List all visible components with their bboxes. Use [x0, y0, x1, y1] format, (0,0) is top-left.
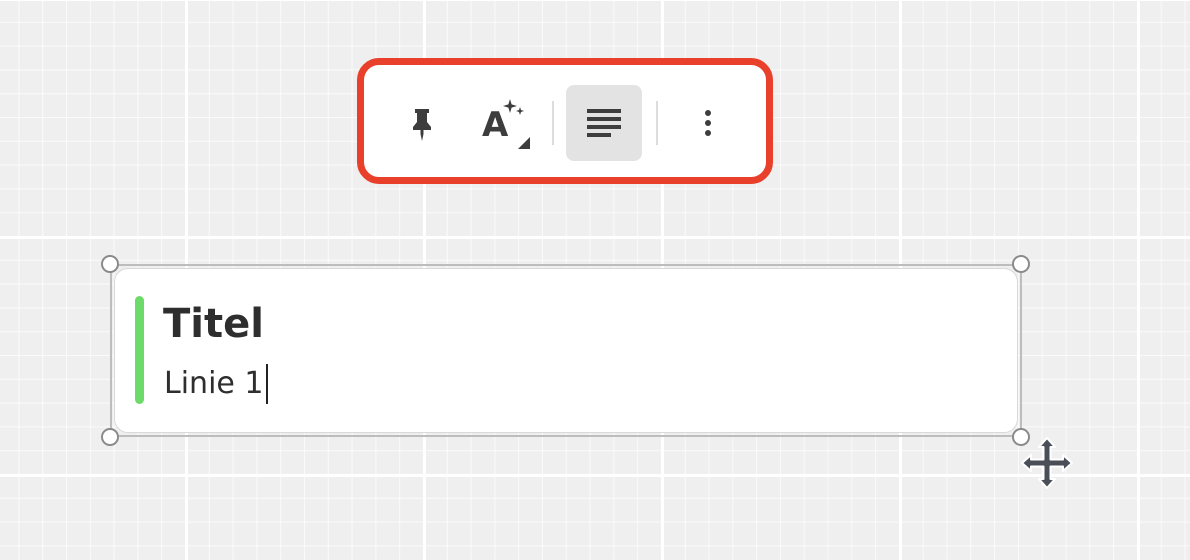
card-text-line[interactable]: Linie 1: [164, 362, 269, 406]
move-cursor-icon: [1021, 437, 1073, 489]
text-card[interactable]: [114, 268, 1018, 433]
text-magic-icon: A: [482, 99, 530, 149]
resize-handle-top-left[interactable]: [101, 255, 119, 273]
card-title[interactable]: Titel: [163, 298, 264, 350]
more-vertical-icon: [705, 110, 711, 136]
svg-text:A: A: [482, 105, 509, 145]
resize-handle-bottom-left[interactable]: [101, 428, 119, 446]
more-options-button[interactable]: [670, 85, 746, 161]
pin-button[interactable]: [384, 85, 460, 161]
text-caret: [266, 364, 269, 404]
pin-icon: [413, 109, 431, 141]
card-line-text: Linie 1: [164, 366, 264, 401]
card-accent-bar: [135, 296, 144, 404]
toolbar-separator: [552, 101, 554, 145]
align-left-icon: [587, 109, 621, 137]
text-style-button[interactable]: A: [466, 85, 542, 161]
resize-handle-top-right[interactable]: [1012, 255, 1030, 273]
toolbar-separator: [656, 101, 658, 145]
whiteboard-canvas[interactable]: A Titel Linie 1: [0, 0, 1190, 560]
align-button[interactable]: [566, 85, 642, 161]
floating-toolbar: A: [368, 69, 762, 173]
